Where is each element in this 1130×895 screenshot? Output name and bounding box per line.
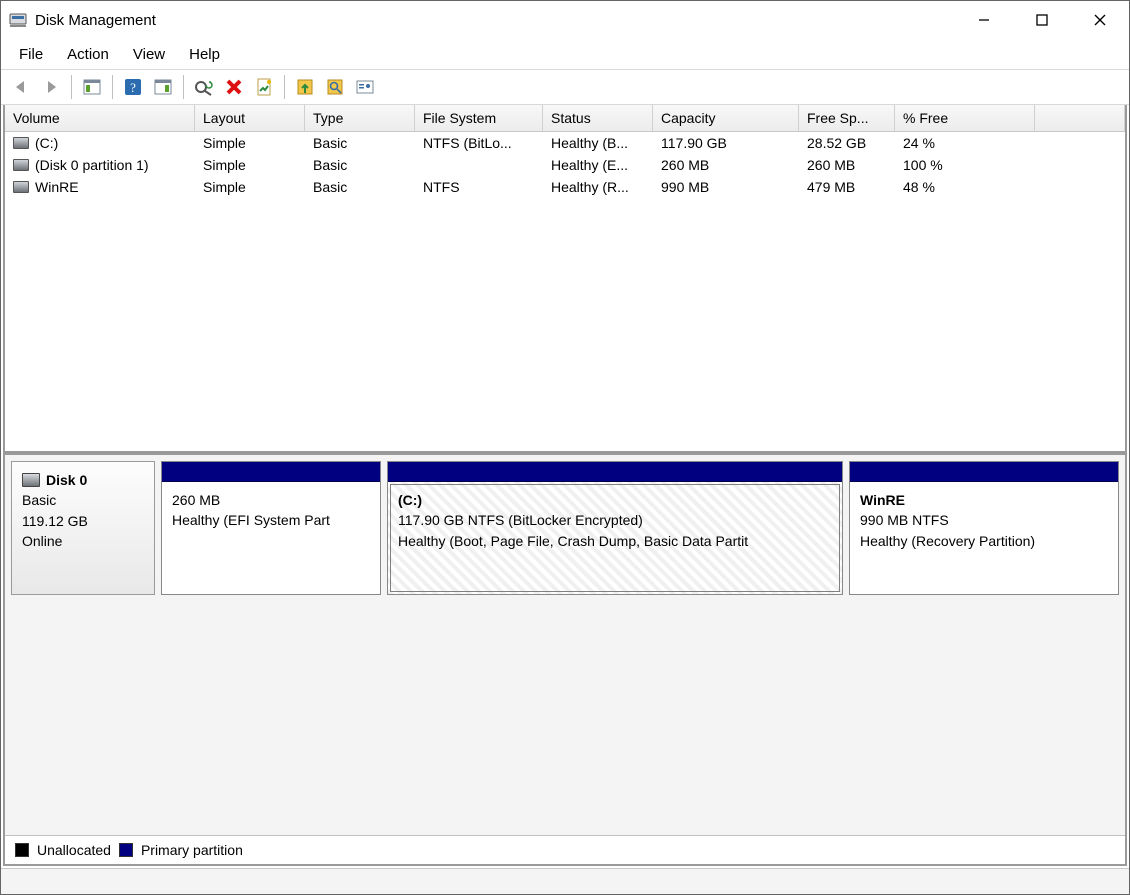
app-icon <box>9 11 27 29</box>
delete-button[interactable] <box>220 73 248 101</box>
maximize-button[interactable] <box>1013 1 1071 39</box>
new-volume-button[interactable] <box>291 73 319 101</box>
volume-status: Healthy (E... <box>543 154 653 176</box>
menu-file[interactable]: File <box>7 42 55 67</box>
volume-type: Basic <box>305 154 415 176</box>
partition-status: Healthy (EFI System Part <box>172 510 370 530</box>
disk-kind: Basic <box>22 490 144 510</box>
volume-list[interactable]: Volume Layout Type File System Status Ca… <box>5 105 1125 455</box>
swatch-unallocated <box>15 843 29 857</box>
volume-icon <box>13 181 29 193</box>
close-button[interactable] <box>1071 1 1129 39</box>
volume-fs <box>415 154 543 176</box>
col-capacity[interactable]: Capacity <box>653 105 799 131</box>
col-freespace[interactable]: Free Sp... <box>799 105 895 131</box>
menubar: File Action View Help <box>1 39 1129 69</box>
partition[interactable]: (C:)117.90 GB NTFS (BitLocker Encrypted)… <box>387 461 843 595</box>
volume-capacity: 117.90 GB <box>653 132 799 154</box>
separator <box>112 75 113 99</box>
volume-row[interactable]: (Disk 0 partition 1) SimpleBasic Healthy (… <box>5 154 1125 176</box>
partition-strip: 260 MBHealthy (EFI System Part(C:)117.90… <box>161 461 1119 595</box>
volume-type: Basic <box>305 132 415 154</box>
partition-label: WinRE <box>860 490 1108 510</box>
volume-type: Basic <box>305 176 415 198</box>
refresh-button[interactable] <box>190 73 218 101</box>
volume-pct: 48 % <box>895 176 1035 198</box>
rescan-disks-button[interactable] <box>321 73 349 101</box>
volume-free: 260 MB <box>799 154 895 176</box>
statusbar <box>1 868 1129 894</box>
volume-status: Healthy (B... <box>543 132 653 154</box>
menu-help[interactable]: Help <box>177 42 232 67</box>
volume-capacity: 990 MB <box>653 176 799 198</box>
col-status[interactable]: Status <box>543 105 653 131</box>
partition-status: Healthy (Boot, Page File, Crash Dump, Ba… <box>398 531 832 551</box>
partition-label: (C:) <box>398 490 832 510</box>
partition-size: 117.90 GB NTFS (BitLocker Encrypted) <box>398 510 832 530</box>
disk-name: Disk 0 <box>46 470 87 490</box>
graphical-view[interactable]: Disk 0Basic119.12 GBOnline260 MBHealthy … <box>5 455 1125 864</box>
svg-text:?: ? <box>130 80 136 95</box>
volume-free: 479 MB <box>799 176 895 198</box>
action-pane-button[interactable] <box>149 73 177 101</box>
volume-free: 28.52 GB <box>799 132 895 154</box>
titlebar: Disk Management <box>1 1 1129 39</box>
volume-layout: Simple <box>195 154 305 176</box>
separator <box>183 75 184 99</box>
partition-colorbar <box>850 462 1118 482</box>
back-button[interactable] <box>7 73 35 101</box>
col-volume[interactable]: Volume <box>5 105 195 131</box>
toolbar: ? <box>1 69 1129 105</box>
volume-list-header: Volume Layout Type File System Status Ca… <box>5 105 1125 132</box>
volume-status: Healthy (R... <box>543 176 653 198</box>
volume-capacity: 260 MB <box>653 154 799 176</box>
forward-button[interactable] <box>37 73 65 101</box>
menu-view[interactable]: View <box>121 42 177 67</box>
partition-status: Healthy (Recovery Partition) <box>860 531 1108 551</box>
volume-pct: 24 % <box>895 132 1035 154</box>
volume-layout: Simple <box>195 176 305 198</box>
legend-unallocated: Unallocated <box>37 842 111 858</box>
volume-fs: NTFS <box>415 176 543 198</box>
help-button[interactable]: ? <box>119 73 147 101</box>
col-type[interactable]: Type <box>305 105 415 131</box>
window-title: Disk Management <box>35 12 156 29</box>
swatch-primary <box>119 843 133 857</box>
show-hide-console-tree-button[interactable] <box>78 73 106 101</box>
col-spacer <box>1035 105 1125 131</box>
disk-icon <box>22 473 40 487</box>
volume-name: WinRE <box>35 179 79 195</box>
disk-status: Online <box>22 531 144 551</box>
volume-row[interactable]: WinRESimpleBasicNTFSHealthy (R...990 MB4… <box>5 176 1125 198</box>
disk-row: Disk 0Basic119.12 GBOnline260 MBHealthy … <box>5 455 1125 595</box>
separator <box>71 75 72 99</box>
partition[interactable]: 260 MBHealthy (EFI System Part <box>161 461 381 595</box>
volume-fs: NTFS (BitLo... <box>415 132 543 154</box>
disk-size: 119.12 GB <box>22 511 144 531</box>
col-filesystem[interactable]: File System <box>415 105 543 131</box>
volume-pct: 100 % <box>895 154 1035 176</box>
legend-primary: Primary partition <box>141 842 243 858</box>
volume-row[interactable]: (C:) SimpleBasicNTFS (BitLo...Healthy (B.… <box>5 132 1125 154</box>
partition[interactable]: WinRE990 MB NTFSHealthy (Recovery Partit… <box>849 461 1119 595</box>
menu-action[interactable]: Action <box>55 42 121 67</box>
col-pctfree[interactable]: % Free <box>895 105 1035 131</box>
volume-name: (Disk 0 partition 1) <box>35 157 149 173</box>
partition-size: 260 MB <box>172 490 370 510</box>
volume-icon <box>13 159 29 171</box>
legend: Unallocated Primary partition <box>5 835 1125 864</box>
properties-button[interactable] <box>250 73 278 101</box>
separator <box>284 75 285 99</box>
col-layout[interactable]: Layout <box>195 105 305 131</box>
partition-colorbar <box>388 462 842 482</box>
volume-icon <box>13 137 29 149</box>
settings-button[interactable] <box>351 73 379 101</box>
volume-name: (C:) <box>35 135 58 151</box>
partition-size: 990 MB NTFS <box>860 510 1108 530</box>
minimize-button[interactable] <box>955 1 1013 39</box>
partition-colorbar <box>162 462 380 482</box>
volume-layout: Simple <box>195 132 305 154</box>
disk-info[interactable]: Disk 0Basic119.12 GBOnline <box>11 461 155 595</box>
